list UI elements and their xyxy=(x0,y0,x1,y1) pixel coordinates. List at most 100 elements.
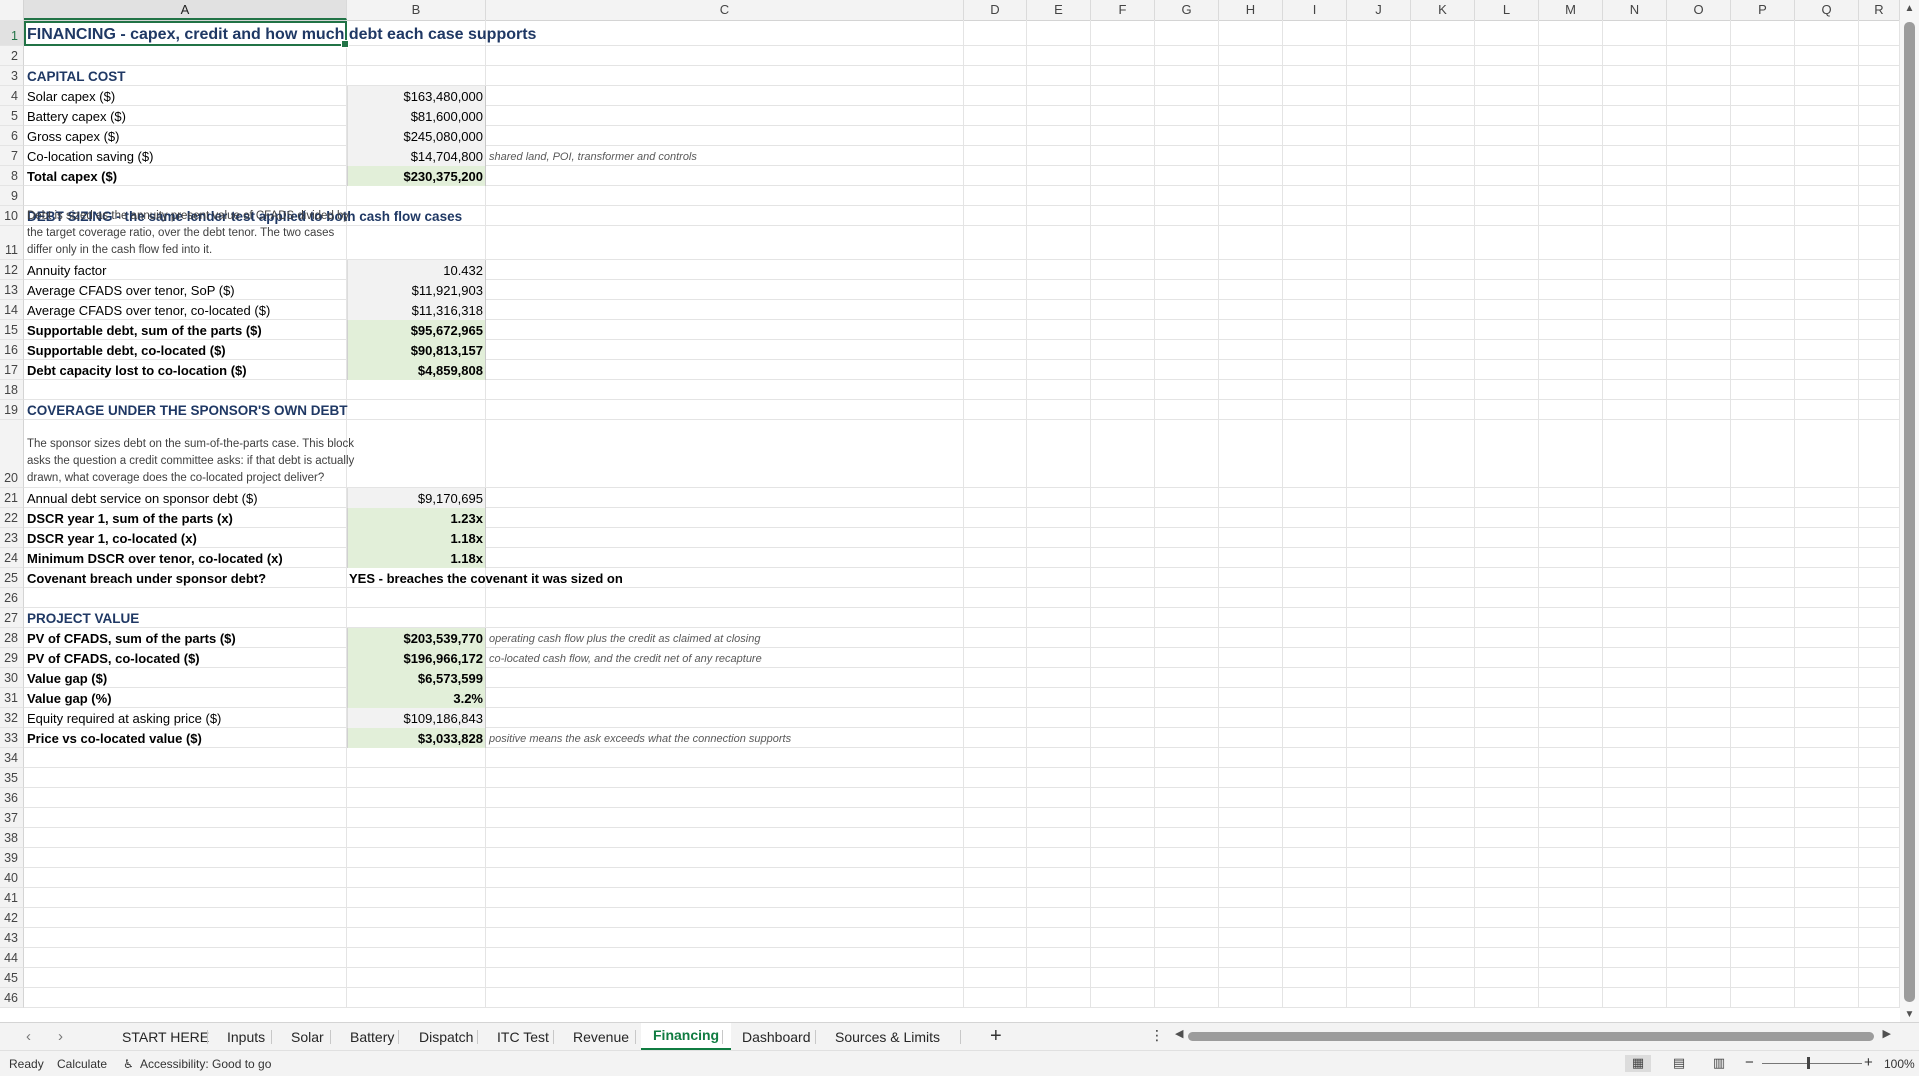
cell-b28[interactable]: $203,539,770 xyxy=(347,628,486,648)
cell-b7[interactable]: $14,704,800 xyxy=(347,146,486,166)
row-header[interactable]: 42 xyxy=(0,908,24,928)
vertical-scroll-thumb[interactable] xyxy=(1904,22,1915,1002)
column-header-n[interactable]: N xyxy=(1603,0,1667,20)
cell-c7[interactable]: shared land, POI, transformer and contro… xyxy=(489,151,697,163)
cell-c33[interactable]: positive means the ask exceeds what the … xyxy=(489,733,791,745)
page-layout-view-icon[interactable]: ▤ xyxy=(1666,1055,1692,1072)
column-header-i[interactable]: I xyxy=(1283,0,1347,20)
cell-b16[interactable]: $90,813,157 xyxy=(347,340,486,360)
row-header[interactable]: 39 xyxy=(0,848,24,868)
column-header-c[interactable]: C xyxy=(486,0,964,20)
more-options-icon[interactable]: ⋮ xyxy=(1150,1027,1164,1044)
zoom-in-button[interactable]: + xyxy=(1864,1054,1873,1071)
sheet-tab-start-here[interactable]: START HERE xyxy=(110,1023,221,1051)
sheet-tab-dashboard[interactable]: Dashboard xyxy=(730,1023,823,1051)
cell-c28[interactable]: operating cash flow plus the credit as c… xyxy=(489,633,760,645)
sheet-tab-financing[interactable]: Financing xyxy=(641,1023,732,1051)
cell-a15[interactable]: Supportable debt, sum of the parts ($) xyxy=(27,323,262,338)
row-header[interactable]: 15 xyxy=(0,320,24,340)
select-all-corner[interactable] xyxy=(0,0,24,20)
page-break-preview-icon[interactable]: ▥ xyxy=(1706,1055,1732,1072)
accessibility-status[interactable]: Accessibility: Good to go xyxy=(140,1057,271,1071)
sheet-tab-dispatch[interactable]: Dispatch xyxy=(407,1023,485,1051)
cell-b21[interactable]: $9,170,695 xyxy=(347,488,486,508)
row-header[interactable]: 11 xyxy=(0,226,24,260)
column-header-o[interactable]: O xyxy=(1667,0,1731,20)
cell-a19[interactable]: COVERAGE UNDER THE SPONSOR'S OWN DEBT xyxy=(27,403,348,418)
sheet-tab-sources-limits[interactable]: Sources & Limits xyxy=(823,1023,952,1051)
column-header-g[interactable]: G xyxy=(1155,0,1219,20)
row-header[interactable]: 6 xyxy=(0,126,24,146)
cell-b14[interactable]: $11,316,318 xyxy=(347,300,486,320)
row-header[interactable]: 9 xyxy=(0,186,24,206)
row-header[interactable]: 23 xyxy=(0,528,24,548)
cell-a14[interactable]: Average CFADS over tenor, co-located ($) xyxy=(27,303,270,318)
next-sheet-icon[interactable]: › xyxy=(58,1028,63,1045)
row-header[interactable]: 29 xyxy=(0,648,24,668)
column-header-p[interactable]: P xyxy=(1731,0,1795,20)
worksheet-grid[interactable]: 1 FINANCING - capex, credit and how much … xyxy=(0,20,1900,1020)
cell-a33[interactable]: Price vs co-located value ($) xyxy=(27,731,202,746)
scroll-down-icon[interactable]: ▼ xyxy=(1900,1008,1919,1022)
add-sheet-icon[interactable]: + xyxy=(990,1025,1002,1048)
cell-b29[interactable]: $196,966,172 xyxy=(347,648,486,668)
cell-b17[interactable]: $4,859,808 xyxy=(347,360,486,380)
cell-a20[interactable]: The sponsor sizes debt on the sum-of-the… xyxy=(27,436,357,487)
cell-a11[interactable]: Debt is sized as the annuity present val… xyxy=(27,208,357,259)
row-header[interactable]: 25 xyxy=(0,568,24,588)
cell-a30[interactable]: Value gap ($) xyxy=(27,671,107,686)
zoom-out-button[interactable]: − xyxy=(1745,1054,1754,1071)
cell-a27[interactable]: PROJECT VALUE xyxy=(27,611,139,626)
sheet-tab-inputs[interactable]: Inputs xyxy=(215,1023,277,1051)
row-header[interactable]: 16 xyxy=(0,340,24,360)
row-header[interactable]: 43 xyxy=(0,928,24,948)
cell-a21[interactable]: Annual debt service on sponsor debt ($) xyxy=(27,491,258,506)
row-header[interactable]: 32 xyxy=(0,708,24,728)
row-header[interactable]: 17 xyxy=(0,360,24,380)
row-header[interactable]: 46 xyxy=(0,988,24,1008)
cell-a16[interactable]: Supportable debt, co-located ($) xyxy=(27,343,226,358)
row-header[interactable]: 31 xyxy=(0,688,24,708)
cell-b15[interactable]: $95,672,965 xyxy=(347,320,486,340)
row-header[interactable]: 2 xyxy=(0,46,24,66)
cell-a7[interactable]: Co-location saving ($) xyxy=(27,149,153,164)
cell-b12[interactable]: 10.432 xyxy=(347,260,486,280)
row-header[interactable]: 21 xyxy=(0,488,24,508)
sheet-tab-battery[interactable]: Battery xyxy=(338,1023,406,1051)
row-header[interactable]: 1 xyxy=(0,20,24,46)
cell-b8[interactable]: $230,375,200 xyxy=(347,166,486,186)
row-header[interactable]: 36 xyxy=(0,788,24,808)
cell-b5[interactable]: $81,600,000 xyxy=(347,106,486,126)
column-header-e[interactable]: E xyxy=(1027,0,1091,20)
cell-a8[interactable]: Total capex ($) xyxy=(27,169,117,184)
cell-a31[interactable]: Value gap (%) xyxy=(27,691,112,706)
column-header-q[interactable]: Q xyxy=(1795,0,1859,20)
row-header[interactable]: 34 xyxy=(0,748,24,768)
cell-b30[interactable]: $6,573,599 xyxy=(347,668,486,688)
column-header-a[interactable]: A xyxy=(24,0,347,20)
row-header[interactable]: 24 xyxy=(0,548,24,568)
zoom-slider[interactable] xyxy=(1762,1063,1862,1064)
sheet-tab-solar[interactable]: Solar xyxy=(279,1023,336,1051)
cell-b32[interactable]: $109,186,843 xyxy=(347,708,486,728)
column-header-h[interactable]: H xyxy=(1219,0,1283,20)
row-header[interactable]: 14 xyxy=(0,300,24,320)
scroll-up-icon[interactable]: ▲ xyxy=(1900,2,1919,16)
row-header[interactable]: 41 xyxy=(0,888,24,908)
cell-b13[interactable]: $11,921,903 xyxy=(347,280,486,300)
cell-a17[interactable]: Debt capacity lost to co-location ($) xyxy=(27,363,247,378)
cell-b31[interactable]: 3.2% xyxy=(347,688,486,708)
cell-a1[interactable]: FINANCING - capex, credit and how much d… xyxy=(27,26,536,44)
cell-b23[interactable]: 1.18x xyxy=(347,528,486,548)
row-header[interactable]: 33 xyxy=(0,728,24,748)
row-header[interactable]: 3 xyxy=(0,66,24,86)
cell-a5[interactable]: Battery capex ($) xyxy=(27,109,126,124)
row-header[interactable]: 37 xyxy=(0,808,24,828)
column-header-k[interactable]: K xyxy=(1411,0,1475,20)
calculate-button[interactable]: Calculate xyxy=(57,1057,107,1071)
row-header[interactable]: 13 xyxy=(0,280,24,300)
row-header[interactable]: 4 xyxy=(0,86,24,106)
cell-b25[interactable]: YES - breaches the covenant it was sized… xyxy=(347,568,623,588)
cell-a13[interactable]: Average CFADS over tenor, SoP ($) xyxy=(27,283,235,298)
cell-b24[interactable]: 1.18x xyxy=(347,548,486,568)
